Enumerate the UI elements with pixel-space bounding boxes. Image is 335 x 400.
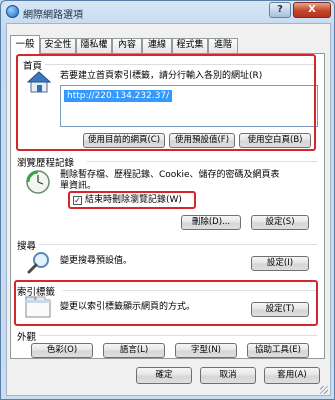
use-blank-button[interactable]: 使用空白頁(B) bbox=[239, 133, 311, 148]
home-divider bbox=[45, 64, 315, 65]
tabs-section-divider bbox=[63, 290, 317, 291]
home-page-heading: 首頁 bbox=[23, 61, 43, 72]
close-button[interactable]: X bbox=[293, 2, 331, 18]
tab-connections[interactable]: 連線 bbox=[142, 38, 172, 53]
tab-general[interactable]: 一般 bbox=[10, 35, 40, 54]
home-url-value: http://220.134.232.37/ bbox=[64, 90, 173, 102]
languages-button[interactable]: 語言(L) bbox=[103, 343, 165, 358]
history-settings-button[interactable]: 設定(S) bbox=[251, 215, 309, 230]
tab-security[interactable]: 安全性 bbox=[40, 38, 76, 53]
tab-content[interactable]: 內容 bbox=[112, 38, 142, 53]
delete-on-exit-checkbox[interactable]: ✓ bbox=[73, 196, 82, 205]
use-default-button[interactable]: 使用預設值(F) bbox=[169, 133, 235, 148]
title-bar[interactable]: 網際網路選項 ? X bbox=[1, 1, 334, 23]
resize-grip[interactable] bbox=[320, 386, 328, 394]
help-button[interactable]: ? bbox=[269, 2, 291, 18]
history-description-line1: 刪除暫存檔、歷程記錄、Cookie、儲存的密碼及網頁表 bbox=[60, 170, 280, 180]
history-divider bbox=[87, 161, 317, 162]
tabs-section-description: 變更以索引標籤顯示網頁的方式。 bbox=[60, 302, 196, 312]
dialog-client-area: 一般 安全性 隱私權 內容 連線 程式集 進階 首頁 若要建立首頁索引標籤，請分… bbox=[6, 23, 331, 396]
colors-button[interactable]: 色彩(O) bbox=[31, 343, 93, 358]
delete-on-exit-label: 結束時刪除瀏覽記錄(W) bbox=[85, 195, 182, 205]
search-divider bbox=[39, 244, 317, 245]
general-tab-panel: 首頁 若要建立首頁索引標籤，請分行輸入各別的網址(R) http://220.1… bbox=[10, 53, 325, 359]
ok-button[interactable]: 確定 bbox=[136, 367, 192, 384]
window-title: 網際網路選項 bbox=[23, 10, 83, 21]
tabs-settings-button[interactable]: 設定(T) bbox=[251, 302, 309, 317]
apply-button[interactable]: 套用(A) bbox=[264, 367, 320, 384]
accessibility-button[interactable]: 協助工具(E) bbox=[247, 343, 309, 358]
search-heading: 搜尋 bbox=[17, 241, 37, 252]
search-description: 變更搜尋預設值。 bbox=[60, 256, 133, 266]
history-heading: 瀏覽歷程記錄 bbox=[17, 158, 75, 169]
delete-history-button[interactable]: 刪除(D)... bbox=[181, 215, 241, 230]
appearance-heading: 外觀 bbox=[17, 332, 37, 343]
tab-advanced[interactable]: 進階 bbox=[208, 38, 238, 53]
ie-globe-icon bbox=[6, 5, 19, 18]
cancel-button[interactable]: 取消 bbox=[200, 367, 256, 384]
house-icon bbox=[27, 71, 51, 93]
fonts-button[interactable]: 字型(N) bbox=[175, 343, 237, 358]
history-description-line2: 單資訊。 bbox=[60, 181, 97, 191]
magnifier-icon bbox=[27, 252, 49, 274]
tab-privacy[interactable]: 隱私權 bbox=[76, 38, 112, 53]
use-current-button[interactable]: 使用目前的網頁(C) bbox=[83, 133, 165, 148]
search-settings-button[interactable]: 設定(I) bbox=[251, 256, 309, 271]
internet-options-window: 網際網路選項 ? X 一般 安全性 隱私權 內容 連線 程式集 進階 首頁 若要… bbox=[0, 0, 335, 400]
tabbed-window-icon bbox=[25, 296, 51, 318]
history-clock-icon bbox=[26, 170, 50, 194]
home-url-textarea[interactable]: http://220.134.232.37/ bbox=[60, 85, 318, 127]
tab-programs[interactable]: 程式集 bbox=[172, 38, 208, 53]
home-description: 若要建立首頁索引標籤，請分行輸入各別的網址(R) bbox=[60, 71, 263, 81]
appearance-divider bbox=[39, 335, 317, 336]
